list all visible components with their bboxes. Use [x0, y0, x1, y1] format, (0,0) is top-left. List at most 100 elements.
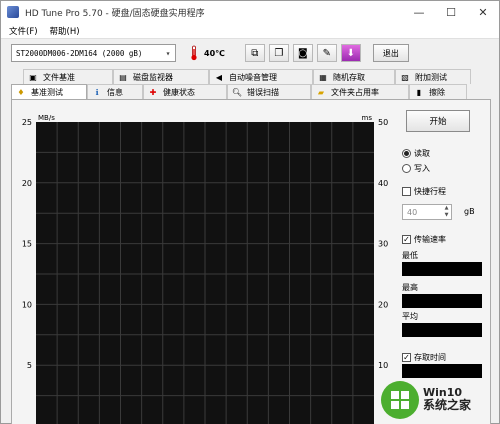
right-tick-label: 10	[378, 361, 388, 370]
spin-arrows-icon[interactable]: ▲ ▼	[442, 205, 451, 219]
maximize-button[interactable]: ☐	[435, 1, 467, 23]
tab-info[interactable]: ℹ 信息	[87, 84, 143, 99]
tab-label: 擦除	[429, 87, 445, 97]
clipboard-icon: ❐	[274, 47, 284, 59]
watermark-line2: 系统之家	[423, 398, 472, 413]
tab-label: 磁盘监视器	[133, 72, 173, 82]
copy-icon: ⧉	[251, 47, 259, 59]
left-tick-label: 20	[22, 179, 32, 188]
menu-file[interactable]: 文件(F)	[9, 25, 38, 37]
max-value-display	[402, 294, 482, 308]
folder-benchmark-icon: ▣	[29, 72, 37, 82]
left-tick-label: 10	[22, 300, 32, 309]
left-tick-label: 15	[22, 240, 32, 249]
random-access-icon: ▦	[319, 72, 327, 82]
win10-logo-icon	[381, 381, 419, 419]
checkmark-icon: ✓	[402, 234, 411, 244]
chevron-down-icon: ▾	[165, 48, 171, 58]
access-time-label: 存取时间	[414, 353, 446, 362]
right-tick-label: 30	[378, 240, 388, 249]
tab-label: 信息	[107, 87, 123, 97]
tab-disk-monitor[interactable]: ▤ 磁盘监视器	[113, 69, 209, 84]
radio-dot-read	[402, 149, 411, 158]
tab-row-top: ▣ 文件基准 ▤ 磁盘监视器 ◀ 自动噪音管理 ▦ 随机存取 ▧ 附加测试	[23, 69, 491, 84]
drive-select-value: ST2000DM006-2DM164 (2000 gB)	[16, 48, 143, 58]
right-tick-label: 40	[378, 179, 388, 188]
monitor-icon: ▤	[119, 72, 127, 82]
tab-error-scan[interactable]: 🔍︎ 错误扫描	[227, 84, 311, 99]
short-stroke-value: 40	[407, 207, 418, 217]
menu-bar: 文件(F) 帮助(H)	[1, 23, 499, 39]
checkmark-icon: ✓	[402, 352, 411, 362]
right-axis-unit: ms	[362, 114, 373, 122]
tab-random-access[interactable]: ▦ 随机存取	[313, 69, 395, 84]
chart-svg: 25 20 15 10 5 50 40 30 20 10 MB/s ms	[22, 114, 388, 424]
erase-icon: ▮	[416, 87, 422, 97]
avg-label: 平均	[402, 312, 418, 321]
read-radio[interactable]: 读取	[402, 148, 430, 159]
minimize-button[interactable]: —	[403, 1, 435, 23]
read-radio-label: 读取	[414, 149, 430, 158]
right-tick-label: 20	[378, 300, 388, 309]
title-bar: HD Tune Pro 5.70 - 硬盘/固态硬盘实用程序 — ☐ ✕	[1, 1, 499, 23]
extra-tests-icon: ▧	[401, 72, 409, 82]
transfer-rate-label: 传输速率	[414, 235, 446, 244]
save-button[interactable]: ⬇	[340, 44, 361, 62]
download-arrow-icon: ⬇	[346, 47, 356, 59]
tab-label: 健康状态	[163, 87, 195, 97]
app-icon	[7, 6, 19, 18]
tab-folder-usage[interactable]: ▰ 文件夹占用率	[311, 84, 409, 99]
screenshot-button[interactable]: ◙	[292, 44, 313, 62]
copy-info-button[interactable]: ⧉	[244, 44, 265, 62]
left-axis-unit: MB/s	[38, 114, 55, 122]
write-radio[interactable]: 写入	[402, 163, 430, 174]
temperature-value: 40℃	[204, 48, 225, 58]
folder-usage-icon: ▰	[317, 87, 325, 97]
health-icon: ✚	[149, 87, 157, 97]
tab-strip: ▣ 文件基准 ▤ 磁盘监视器 ◀ 自动噪音管理 ▦ 随机存取 ▧ 附加测试 ♦ 基准测试 ℹ…	[11, 69, 491, 99]
tab-extra-tests[interactable]: ▧ 附加测试	[395, 69, 471, 84]
tab-erase[interactable]: ▮ 擦除	[409, 84, 467, 99]
wrench-icon: ✎	[322, 47, 332, 59]
min-value-display	[402, 262, 482, 276]
left-tick-label: 25	[22, 118, 32, 127]
left-tick-label: 5	[27, 361, 32, 370]
access-time-checkbox[interactable]: ✓ 存取时间	[402, 352, 446, 363]
start-button[interactable]: 开始	[406, 110, 470, 132]
benchmark-icon: ♦	[17, 87, 25, 97]
write-radio-label: 写入	[414, 164, 430, 173]
short-stroke-box	[402, 187, 411, 196]
tab-benchmark[interactable]: ♦ 基准测试	[11, 84, 87, 99]
min-label: 最低	[402, 251, 418, 260]
camera-icon: ◙	[297, 47, 308, 59]
exit-button[interactable]: 退出	[372, 44, 409, 62]
options-button[interactable]: ✎	[316, 44, 337, 62]
short-stroke-input[interactable]: 40 ▲ ▼	[402, 204, 452, 220]
menu-help[interactable]: 帮助(H)	[50, 25, 80, 37]
avg-value-display	[402, 323, 482, 337]
tab-label: 错误扫描	[247, 87, 279, 97]
max-label: 最高	[402, 283, 418, 292]
transfer-rate-checkbox[interactable]: ✓ 传输速率	[402, 234, 446, 245]
radio-dot-write	[402, 164, 411, 173]
tab-label: 随机存取	[333, 72, 365, 82]
tab-label: 自动噪音管理	[229, 72, 277, 82]
error-scan-icon: 🔍︎	[231, 87, 243, 97]
watermark-text: Win10 系统之家	[423, 387, 471, 412]
short-stroke-checkbox[interactable]: 快捷行程	[402, 186, 446, 197]
drive-select[interactable]: ST2000DM006-2DM164 (2000 gB) ▾	[11, 44, 176, 62]
thermometer-icon	[188, 44, 200, 62]
close-button[interactable]: ✕	[467, 1, 499, 23]
tab-noise-management[interactable]: ◀ 自动噪音管理	[209, 69, 313, 84]
copy-text-button[interactable]: ❐	[268, 44, 289, 62]
info-icon: ℹ	[95, 87, 99, 97]
app-window: HD Tune Pro 5.70 - 硬盘/固态硬盘实用程序 — ☐ ✕ 文件(…	[0, 0, 500, 424]
tab-file-benchmark[interactable]: ▣ 文件基准	[23, 69, 113, 84]
short-stroke-label: 快捷行程	[414, 187, 446, 196]
tab-label: 附加测试	[415, 72, 447, 82]
tab-label: 基准测试	[31, 87, 63, 97]
toolbar: ST2000DM006-2DM164 (2000 gB) ▾ 40℃ ⧉ ❐ ◙…	[1, 39, 499, 67]
tab-health[interactable]: ✚ 健康状态	[143, 84, 227, 99]
tab-label: 文件基准	[43, 72, 75, 82]
benchmark-chart: 25 20 15 10 5 50 40 30 20 10 MB/s ms	[12, 100, 394, 424]
